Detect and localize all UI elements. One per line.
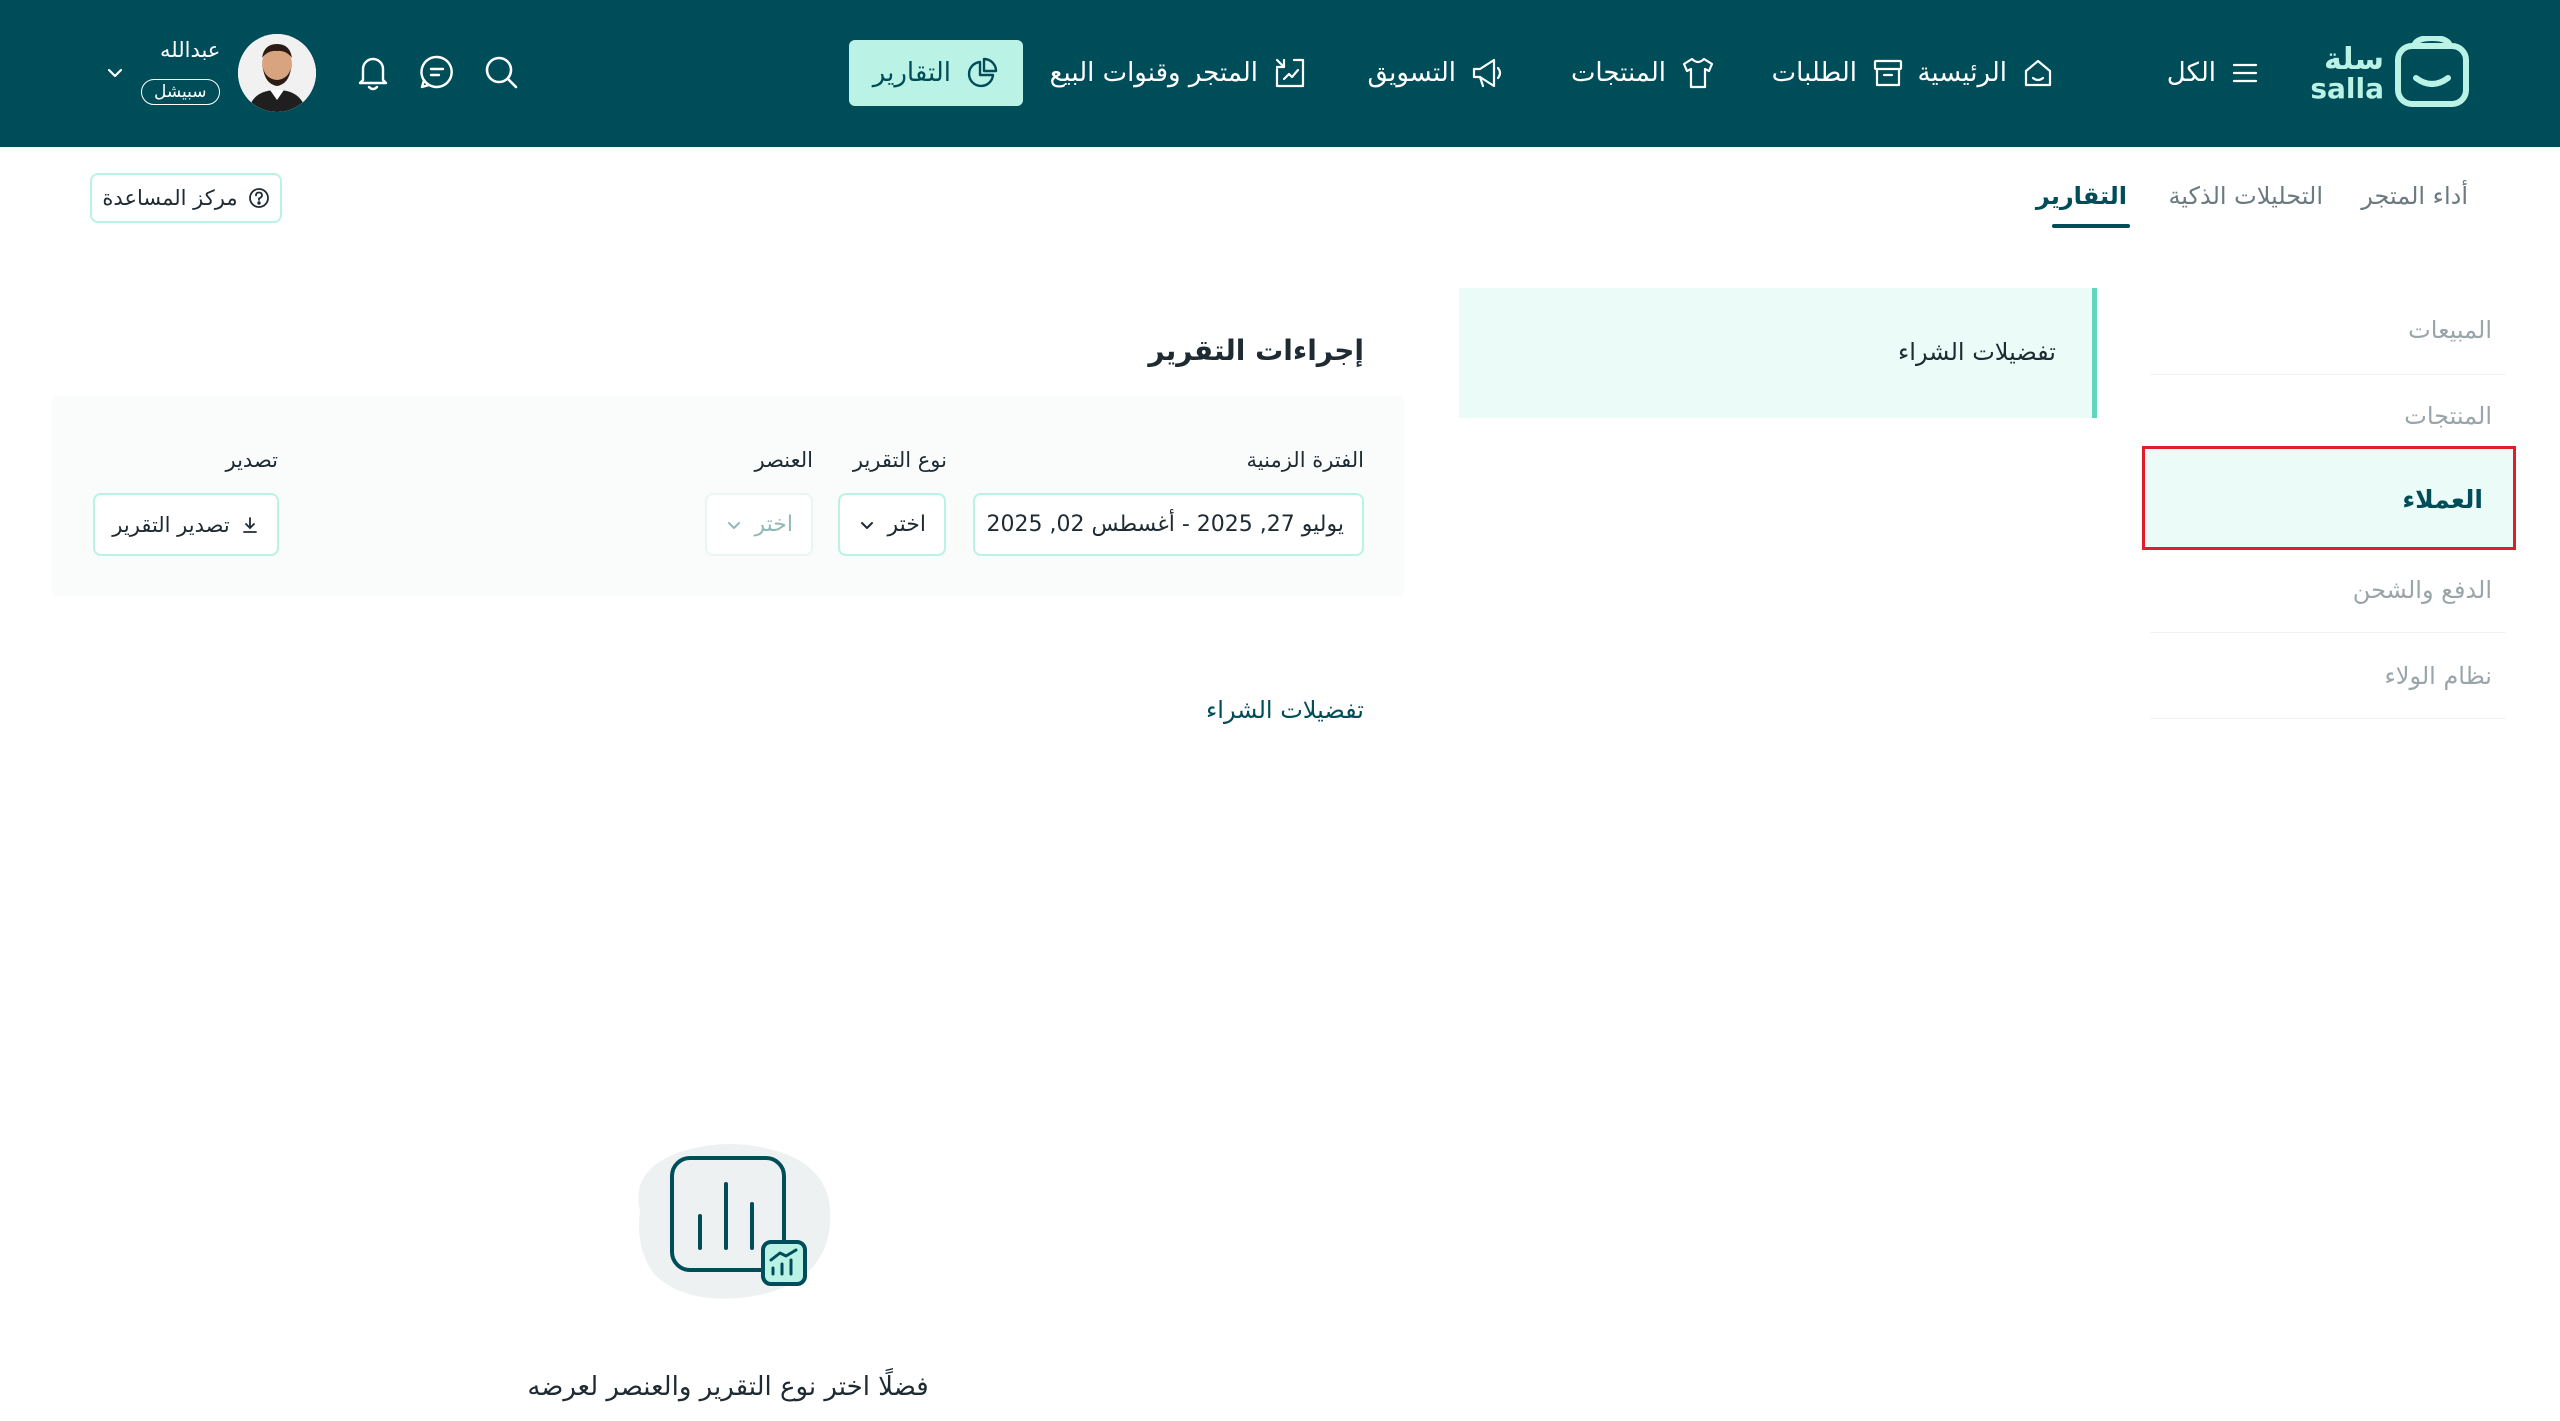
element-select[interactable]: اختر bbox=[705, 493, 813, 556]
nav-all-label: الكل bbox=[2166, 58, 2216, 88]
chat-bubble-icon bbox=[420, 55, 453, 89]
export-report-label: تصدير التقرير bbox=[112, 512, 230, 537]
period-select[interactable]: يوليو 27, 2025 - أغسطس 02, 2025 bbox=[973, 493, 1364, 556]
nav-reports-label: التقارير bbox=[872, 58, 951, 88]
bar-chart-icon bbox=[638, 1144, 831, 1299]
period-value: يوليو 27, 2025 - أغسطس 02, 2025 bbox=[986, 512, 1344, 537]
section-title: تفضيلات الشراء bbox=[1205, 696, 1364, 724]
side-item-customers-label: العملاء bbox=[2402, 485, 2483, 514]
user-avatar-icon bbox=[238, 34, 316, 112]
search-icon bbox=[485, 56, 518, 89]
side-divider bbox=[2150, 374, 2506, 375]
nav-orders-label: الطلبات bbox=[1771, 58, 1857, 88]
search-button[interactable] bbox=[481, 52, 521, 92]
tab-store-performance[interactable]: أداء المتجر bbox=[2361, 182, 2468, 210]
subcategory-purchase-preferences[interactable]: تفضيلات الشراء bbox=[1459, 288, 2097, 418]
nav-marketing-label: التسويق bbox=[1367, 58, 1456, 88]
subcategory-label: تفضيلات الشراء bbox=[1897, 338, 2056, 366]
tab-smart-analytics[interactable]: التحليلات الذكية bbox=[2168, 182, 2323, 210]
side-divider bbox=[2150, 632, 2506, 633]
side-item-sales[interactable]: المبيعات bbox=[2408, 316, 2492, 344]
element-value: اختر bbox=[754, 512, 794, 537]
nav-store-channels-label: المتجر وقنوات البيع bbox=[1049, 58, 1258, 88]
question-circle-icon bbox=[248, 188, 269, 208]
salla-logo-bag-icon bbox=[2395, 36, 2469, 107]
notifications-button[interactable] bbox=[353, 52, 393, 92]
empty-state-message: فضلًا اختر نوع التقرير والعنصر لعرضه bbox=[527, 1372, 929, 1402]
nav-orders[interactable]: الطلبات bbox=[1772, 40, 1905, 106]
salla-logo[interactable]: سلة salla bbox=[2310, 36, 2472, 108]
bell-icon bbox=[358, 57, 388, 91]
chevron-down-icon bbox=[107, 68, 123, 78]
messages-button[interactable] bbox=[417, 52, 457, 92]
plan-badge: سبيشل bbox=[141, 79, 220, 105]
archive-box-icon bbox=[1873, 59, 1903, 87]
chevron-down-icon bbox=[728, 521, 740, 529]
store-channels-icon bbox=[1275, 58, 1305, 88]
report-type-label: نوع التقرير bbox=[852, 448, 947, 472]
megaphone-icon bbox=[1472, 58, 1502, 88]
nav-marketing[interactable]: التسويق bbox=[1367, 40, 1506, 106]
side-item-loyalty[interactable]: نظام الولاء bbox=[2384, 662, 2492, 690]
side-divider bbox=[2150, 718, 2506, 719]
logo-latin-text: salla bbox=[2310, 72, 2384, 105]
nav-store-channels[interactable]: المتجر وقنوات البيع bbox=[1050, 40, 1308, 106]
help-center-label: مركز المساعدة bbox=[102, 186, 238, 210]
nav-products[interactable]: المنتجات bbox=[1571, 40, 1716, 106]
help-center-button[interactable]: مركز المساعدة bbox=[90, 173, 282, 223]
report-actions-title: إجراءات التقرير bbox=[1148, 334, 1364, 367]
export-report-button[interactable]: تصدير التقرير bbox=[93, 493, 279, 556]
active-tab-indicator bbox=[2052, 224, 2130, 228]
report-type-select[interactable]: اختر bbox=[838, 493, 946, 556]
chevron-down-icon bbox=[861, 521, 873, 529]
nav-all[interactable]: الكل bbox=[2167, 40, 2260, 106]
side-item-customers[interactable]: العملاء bbox=[2142, 446, 2516, 550]
side-item-products[interactable]: المنتجات bbox=[2404, 402, 2492, 430]
nav-reports[interactable]: التقارير bbox=[848, 40, 1023, 106]
element-label: العنصر bbox=[754, 448, 814, 472]
pie-chart-icon bbox=[967, 57, 998, 88]
nav-products-label: المنتجات bbox=[1570, 58, 1666, 88]
download-icon bbox=[242, 516, 257, 533]
export-label: تصدير bbox=[225, 448, 278, 472]
account-menu-toggle[interactable] bbox=[104, 62, 126, 84]
avatar[interactable] bbox=[238, 34, 316, 112]
side-item-payment-shipping[interactable]: الدفع والشحن bbox=[2353, 576, 2492, 604]
top-navigation-bar: سلة salla الكل الرئيسية الطلبات المنتجات… bbox=[0, 0, 2560, 147]
user-name: عبدالله bbox=[160, 38, 221, 62]
home-icon bbox=[2024, 59, 2052, 87]
nav-home[interactable]: الرئيسية bbox=[1917, 40, 2055, 106]
nav-home-label: الرئيسية bbox=[1917, 58, 2007, 88]
period-label: الفترة الزمنية bbox=[1246, 448, 1364, 472]
tab-reports[interactable]: التقارير bbox=[2036, 182, 2127, 210]
menu-icon bbox=[2232, 63, 2258, 83]
report-type-value: اختر bbox=[887, 512, 927, 537]
empty-state-illustration bbox=[620, 1140, 840, 1310]
tshirt-icon bbox=[1682, 57, 1714, 89]
